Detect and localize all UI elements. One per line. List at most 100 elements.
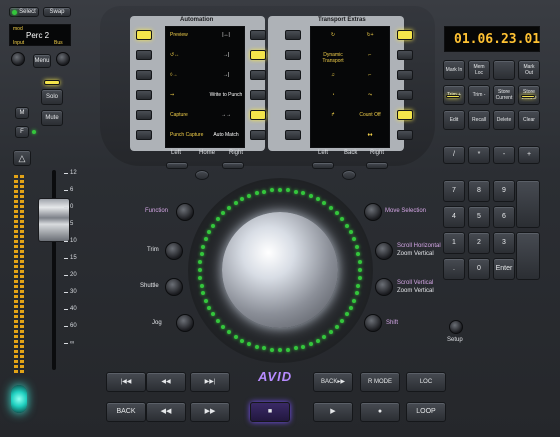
auto-right-softkey[interactable]: [250, 50, 266, 60]
transport-key[interactable]: ■: [250, 402, 290, 422]
auto-left-softkey[interactable]: [136, 50, 152, 60]
transport-key[interactable]: ▶▶|: [190, 372, 230, 392]
trans-right-button[interactable]: [366, 162, 388, 169]
transport-key[interactable]: ▶: [313, 402, 353, 422]
numpad-key[interactable]: /: [443, 146, 465, 164]
numpad-key[interactable]: 4: [443, 206, 465, 228]
numpad-key[interactable]: Enter: [493, 258, 515, 280]
right-key[interactable]: Delete: [493, 110, 515, 130]
auto-right-button[interactable]: [222, 162, 244, 169]
transport-key[interactable]: LOOP: [406, 402, 446, 422]
shuttle-knob[interactable]: [165, 278, 183, 296]
transport-key[interactable]: ◀◀: [146, 402, 186, 422]
automation-row-right: Auto Match: [213, 132, 239, 138]
auto-right-softkey[interactable]: [250, 70, 266, 80]
right-key[interactable]: [493, 60, 515, 80]
function-knob[interactable]: [176, 203, 194, 221]
auto-left-softkey[interactable]: [136, 70, 152, 80]
numpad-key[interactable]: 2: [468, 232, 490, 254]
right-key[interactable]: Recall: [468, 110, 490, 130]
trans-left-softkey[interactable]: [285, 70, 301, 80]
bus-label: Bus: [54, 40, 63, 46]
trans-right-softkey[interactable]: [397, 90, 413, 100]
trans-left-softkey[interactable]: [285, 130, 301, 140]
meter-segment: [14, 250, 18, 253]
swap-button[interactable]: Swap: [43, 7, 71, 17]
trans-right-softkey[interactable]: [397, 70, 413, 80]
auto-left-softkey[interactable]: [136, 30, 152, 40]
channel-select-triangle-button[interactable]: △: [13, 150, 31, 166]
right-key[interactable]: Mem Loc: [468, 60, 490, 80]
meter-segment: [20, 270, 24, 273]
setup-knob[interactable]: [449, 320, 463, 334]
transport-key[interactable]: BACK: [106, 402, 146, 422]
numpad-key[interactable]: 5: [468, 206, 490, 228]
auto-left-softkey[interactable]: [136, 90, 152, 100]
trim-knob[interactable]: [165, 242, 183, 260]
jog-wheel[interactable]: [222, 212, 338, 328]
transport-key[interactable]: LOC: [406, 372, 446, 392]
trans-left-softkey[interactable]: [285, 110, 301, 120]
solo-button[interactable]: Solo: [41, 89, 63, 105]
auto-right-softkey[interactable]: [250, 90, 266, 100]
trans-left-softkey[interactable]: [285, 50, 301, 60]
mute-button[interactable]: Mute: [41, 110, 63, 126]
menu-button[interactable]: Menu: [33, 54, 51, 68]
trans-back-button[interactable]: [342, 170, 356, 180]
f-button[interactable]: F: [15, 126, 29, 138]
auto-left-softkey[interactable]: [136, 110, 152, 120]
trans-right-softkey[interactable]: [397, 130, 413, 140]
auto-right-softkey[interactable]: [250, 30, 266, 40]
right-key[interactable]: Clear: [518, 110, 540, 130]
automation-display: [165, 26, 245, 148]
trans-left-softkey[interactable]: [285, 90, 301, 100]
transport-key[interactable]: |◀◀: [106, 372, 146, 392]
numpad-key[interactable]: .: [443, 258, 465, 280]
shift-knob[interactable]: [364, 314, 382, 332]
transport-key[interactable]: ●: [360, 402, 400, 422]
auto-home-button[interactable]: [195, 170, 209, 180]
fader-cap[interactable]: [38, 198, 70, 242]
numpad-key[interactable]: 8: [468, 180, 490, 202]
scroll-horizontal-knob[interactable]: [375, 242, 393, 260]
right-key[interactable]: Store Current: [493, 85, 515, 105]
right-key[interactable]: Trim -: [468, 85, 490, 105]
trans-right-softkey[interactable]: [397, 50, 413, 60]
m-button[interactable]: M: [15, 107, 29, 119]
numpad-key[interactable]: -: [493, 146, 515, 164]
scroll-vertical-knob[interactable]: [375, 278, 393, 296]
transport-key[interactable]: ◀◀: [146, 372, 186, 392]
right-key[interactable]: Mark Out: [518, 60, 540, 80]
numpad-key[interactable]: [516, 180, 540, 228]
transport-key[interactable]: R MODE: [360, 372, 400, 392]
numpad-key[interactable]: 7: [443, 180, 465, 202]
auto-left-softkey[interactable]: [136, 130, 152, 140]
meter-segment: [20, 305, 24, 308]
transport-key[interactable]: BACK▸▶: [313, 372, 353, 392]
numpad-key[interactable]: 3: [493, 232, 515, 254]
auto-right-softkey[interactable]: [250, 110, 266, 120]
channel-knob-left[interactable]: [11, 52, 25, 66]
select-button[interactable]: Select: [9, 7, 39, 17]
numpad-key[interactable]: [516, 232, 540, 280]
channel-knob-right[interactable]: [56, 52, 70, 66]
auto-left-button[interactable]: [166, 162, 188, 169]
footer-left-label: Left: [318, 150, 329, 156]
numpad-key[interactable]: 9: [493, 180, 515, 202]
numpad-key[interactable]: 6: [493, 206, 515, 228]
move-selection-knob[interactable]: [364, 203, 382, 221]
trans-left-button[interactable]: [312, 162, 334, 169]
right-key[interactable]: Mark In: [443, 60, 465, 80]
jog-knob[interactable]: [176, 314, 194, 332]
meter-segment: [14, 325, 18, 328]
transport-key[interactable]: ▶▶: [190, 402, 230, 422]
trans-right-softkey[interactable]: [397, 30, 413, 40]
trans-left-softkey[interactable]: [285, 30, 301, 40]
trans-right-softkey[interactable]: [397, 110, 413, 120]
numpad-key[interactable]: *: [468, 146, 490, 164]
right-key[interactable]: Edit: [443, 110, 465, 130]
numpad-key[interactable]: 0: [468, 258, 490, 280]
numpad-key[interactable]: +: [518, 146, 540, 164]
auto-right-softkey[interactable]: [250, 130, 266, 140]
numpad-key[interactable]: 1: [443, 232, 465, 254]
